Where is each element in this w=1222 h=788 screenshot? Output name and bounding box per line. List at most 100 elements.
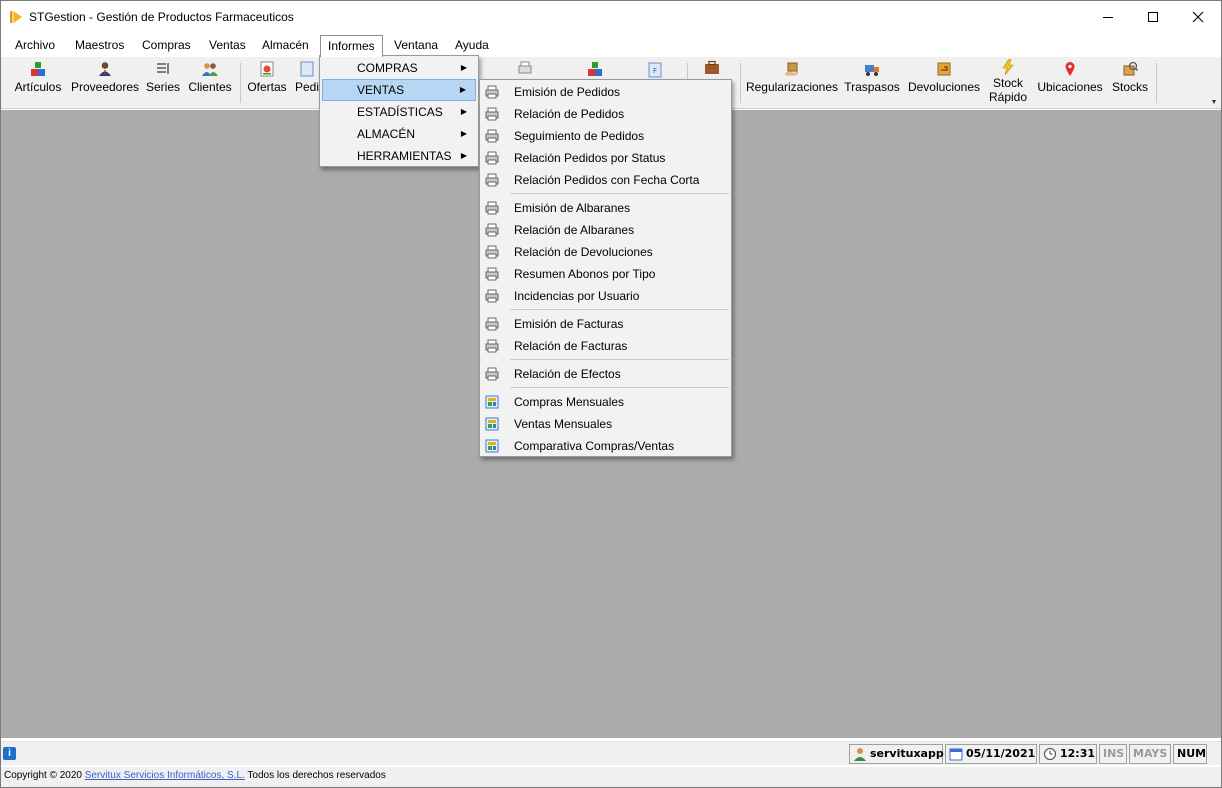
informes-menu-item-herramientas[interactable]: HERRAMIENTAS ▶ [322, 145, 476, 167]
offer-document-icon [260, 61, 274, 77]
submenu-item-label: Ventas Mensuales [514, 417, 613, 431]
submenu-item-label: Seguimiento de Pedidos [514, 129, 645, 143]
toolbar-articulos-button[interactable]: Artículos [9, 61, 67, 107]
status-num: NUM [1173, 744, 1207, 764]
toolbar-label: Stocks [1111, 80, 1148, 94]
ventas-submenu-item[interactable]: Relación de Pedidos [480, 103, 731, 125]
ventas-submenu-item[interactable]: Emisión de Pedidos [480, 81, 731, 103]
ventas-submenu-item[interactable]: Seguimiento de Pedidos [480, 125, 731, 147]
menu-ventas[interactable]: Ventas [202, 36, 253, 56]
toolbar-separator [1156, 63, 1157, 103]
person-tie-icon [99, 62, 111, 76]
ventas-submenu-item[interactable]: Relación Pedidos con Fecha Corta [480, 169, 731, 191]
toolbar-label: Series [145, 80, 180, 94]
informes-menu-item-almacen[interactable]: ALMACÉN ▶ [322, 123, 476, 145]
toolbar-devoluciones-button[interactable]: Devoluciones [905, 61, 983, 107]
submenu-arrow-icon: ▶ [460, 107, 467, 116]
submenu-item-label: Resumen Abonos por Tipo [514, 267, 656, 281]
ventas-submenu-item[interactable]: Comparativa Compras/Ventas [480, 435, 731, 457]
return-box-icon [937, 62, 951, 76]
printer-icon [518, 61, 532, 74]
printer-icon [485, 267, 499, 281]
clock-icon [1044, 748, 1056, 760]
ventas-submenu-item[interactable]: Resumen Abonos por Tipo [480, 263, 731, 285]
toolbar-clientes-button[interactable]: Clientes [185, 61, 235, 107]
maximize-button[interactable] [1130, 1, 1176, 33]
list-icon [157, 63, 169, 74]
svg-text:F: F [653, 67, 657, 75]
copyright-text: Copyright © 2020 [4, 770, 82, 781]
ventas-submenu-item[interactable]: Relación de Albaranes [480, 219, 731, 241]
informes-menu-item-ventas[interactable]: VENTAS ▶ [322, 79, 476, 101]
info-icon[interactable]: i [3, 747, 16, 760]
menu-archivo[interactable]: Archivo [8, 36, 62, 56]
printer-icon [485, 339, 499, 353]
submenu-item-label: Relación de Pedidos [514, 107, 625, 121]
informes-menu-item-compras[interactable]: COMPRAS ▶ [322, 57, 476, 79]
printer-icon [485, 317, 499, 331]
menubar-filler [1047, 33, 1221, 57]
maximize-icon [1148, 12, 1158, 22]
submenu-item-label: Emisión de Facturas [514, 317, 624, 331]
toolbar-traspasos-button[interactable]: Traspasos [843, 61, 901, 107]
boxes-icon [31, 62, 45, 76]
submenu-item-label: Emisión de Albaranes [514, 201, 631, 215]
menu-ayuda[interactable]: Ayuda [448, 36, 496, 56]
ventas-submenu-item[interactable]: Emisión de Albaranes [480, 197, 731, 219]
window-title: STGestion - Gestión de Productos Farmace… [29, 10, 294, 24]
ventas-submenu-item[interactable]: Compras Mensuales [480, 391, 731, 413]
ventas-submenu-item[interactable]: Relación de Devoluciones [480, 241, 731, 263]
truck-icon [865, 65, 879, 76]
menu-compras[interactable]: Compras [135, 36, 198, 56]
submenu-item-label: Relación de Efectos [514, 367, 621, 381]
ventas-submenu-item[interactable]: Relación Pedidos por Status [480, 147, 731, 169]
ventas-submenu-item[interactable]: Ventas Mensuales [480, 413, 731, 435]
printer-icon [485, 245, 499, 259]
ventas-submenu-item[interactable]: Incidencias por Usuario [480, 285, 731, 307]
menu-ventana[interactable]: Ventana [387, 36, 445, 56]
order-document-icon [300, 61, 314, 77]
toolbar-overflow-chevron-icon[interactable]: ▼ [1209, 99, 1219, 107]
status-user-name: servituxapp [870, 747, 944, 760]
toolbar-proveedores-button[interactable]: Proveedores [69, 61, 141, 107]
submenu-item-label: Emisión de Pedidos [514, 85, 621, 99]
toolbar-label: Ubicaciones [1037, 80, 1103, 94]
menu-maestros[interactable]: Maestros [68, 36, 131, 56]
menu-informes[interactable]: Informes [320, 35, 383, 57]
company-link[interactable]: Servitux Servicios Informáticos, S.L. [85, 770, 245, 781]
toolbar-ofertas-button[interactable]: Ofertas [244, 61, 290, 107]
status-date: 05/11/2021 [945, 744, 1037, 764]
minimize-button[interactable] [1085, 1, 1131, 33]
application-window: STGestion - Gestión de Productos Farmace… [0, 0, 1222, 788]
submenu-item-label: Relación Pedidos con Fecha Corta [514, 173, 700, 187]
stock-search-icon [1123, 61, 1138, 76]
menu-almacen[interactable]: Almacén [255, 36, 316, 56]
lightning-icon [1002, 59, 1014, 75]
submenu-item-label: Incidencias por Usuario [514, 289, 640, 303]
printer-icon [485, 201, 499, 215]
ventas-submenu-item[interactable]: Relación de Facturas [480, 335, 731, 357]
user-icon [854, 748, 866, 761]
toolbar-series-button[interactable]: Series [144, 61, 182, 107]
toolbar-stocks-button[interactable]: Stocks [1109, 61, 1151, 107]
menu-item-label: COMPRAS [357, 61, 418, 75]
toolbar-ubicaciones-button[interactable]: Ubicaciones [1035, 61, 1105, 107]
toolbar-separator [240, 63, 241, 103]
ventas-submenu-item[interactable]: Emisión de Facturas [480, 313, 731, 335]
toolbar-label-line2: Rápido [988, 90, 1028, 104]
toolbar-regularizaciones-button[interactable]: Regularizaciones [745, 61, 839, 107]
hand-box-icon [785, 62, 798, 76]
status-time: 12:31 [1039, 744, 1097, 764]
toolbar-separator [740, 63, 741, 103]
informes-menu-item-estadisticas[interactable]: ESTADÍSTICAS ▶ [322, 101, 476, 123]
toolbar-label: Pedi [294, 80, 320, 94]
close-button[interactable] [1175, 1, 1221, 33]
title-bar[interactable]: STGestion - Gestión de Productos Farmace… [1, 1, 1221, 33]
printer-icon [485, 367, 499, 381]
menu-item-label: VENTAS [357, 83, 405, 97]
toolbar-pedidos-button[interactable]: Pedi [293, 61, 321, 107]
toolbar-stock-rapido-button[interactable]: Stock Rápido [985, 59, 1031, 105]
ventas-submenu-item[interactable]: Relación de Efectos [480, 363, 731, 385]
status-time-value: 12:31 [1060, 747, 1096, 760]
app-logo-icon [10, 11, 22, 23]
